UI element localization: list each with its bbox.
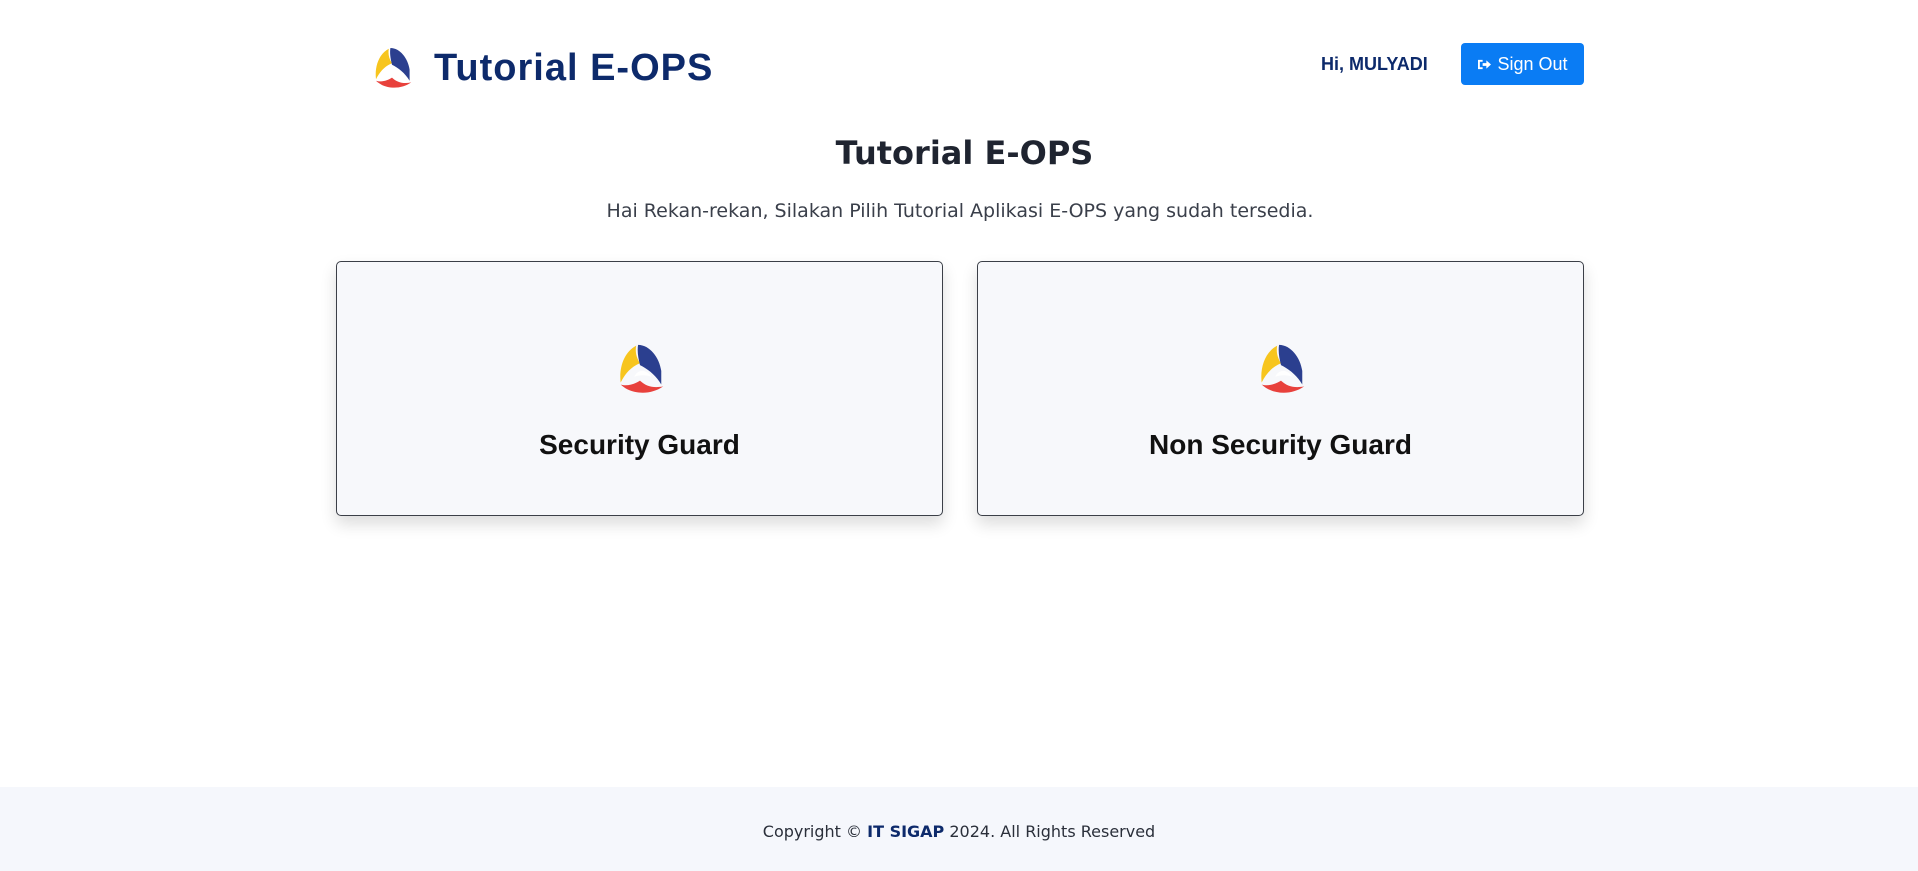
user-greeting: Hi, MULYADI	[1321, 54, 1428, 74]
footer: Copyright © IT SIGAP 2024. All Rights Re…	[0, 787, 1918, 871]
tri-color-swirl-logo-icon	[375, 48, 412, 88]
tri-color-swirl-logo-icon	[1261, 344, 1305, 393]
brand-link[interactable]: Tutorial E-OPS	[368, 44, 713, 92]
tri-color-swirl-logo-icon	[620, 344, 664, 393]
brand-title: Tutorial E-OPS	[434, 47, 714, 89]
sign-out-icon	[1478, 59, 1492, 69]
card-label-security-guard: Security Guard	[539, 429, 740, 460]
page: Tutorial E-OPS Hi, MULYADI Sign Out Tuto…	[0, 0, 1918, 871]
card-label-non-security-guard: Non Security Guard	[1149, 429, 1412, 460]
copyright-prefix: Copyright ©	[762, 822, 863, 841]
top-navbar: Tutorial E-OPS Hi, MULYADI Sign Out	[0, 0, 1918, 120]
card-security-guard[interactable]: Security Guard	[336, 261, 943, 516]
sign-out-button[interactable]: Sign Out	[1461, 43, 1584, 85]
sign-out-label: Sign Out	[1497, 53, 1568, 74]
page-title: Tutorial E-OPS	[835, 134, 1094, 172]
copyright-suffix: 2024. All Rights Reserved	[949, 822, 1156, 841]
footer-copyright: Copyright © IT SIGAP 2024. All Rights Re…	[0, 821, 1918, 843]
company-name: IT SIGAP	[867, 822, 945, 841]
card-non-security-guard[interactable]: Non Security Guard	[977, 261, 1584, 516]
page-subtitle: Hai Rekan-rekan, Silakan Pilih Tutorial …	[606, 200, 1314, 222]
